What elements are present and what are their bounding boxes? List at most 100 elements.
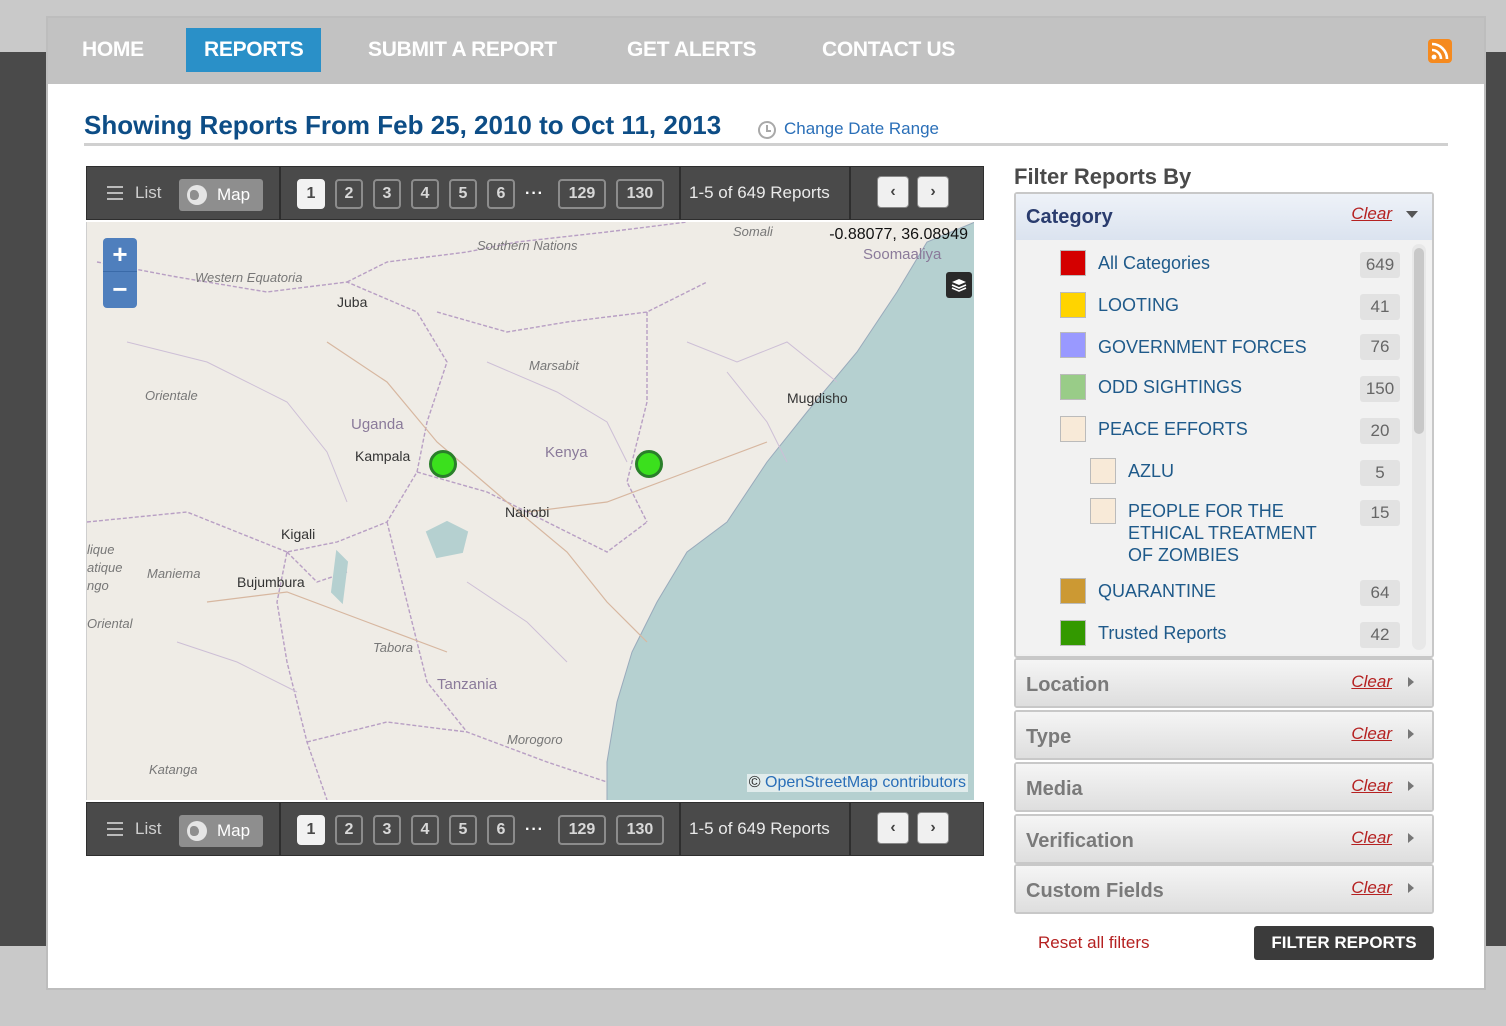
category-count: 76	[1360, 334, 1400, 360]
openstreetmap-link[interactable]: OpenStreetMap contributors	[765, 774, 966, 791]
category-item[interactable]: GOVERNMENT FORCES 76	[1016, 332, 1406, 362]
subcategory-item[interactable]: PEOPLE FOR THE ETHICAL TREATMENT OF ZOMB…	[1016, 496, 1406, 566]
report-toolbar-bottom: List Map 1 2 3 4 5 6 ··· 129 130 1-5 of …	[86, 802, 984, 856]
chevron-down-icon	[1406, 211, 1418, 218]
next-page-button[interactable]: ›	[917, 812, 949, 844]
change-date-range-link[interactable]: Change Date Range	[758, 118, 939, 139]
type-clear-link[interactable]: Clear	[1351, 724, 1392, 744]
zoom-out-button[interactable]: −	[103, 272, 137, 306]
toolbar-divider	[679, 167, 681, 219]
report-marker[interactable]	[429, 450, 457, 478]
map-view-toggle[interactable]: Map	[179, 179, 263, 211]
media-clear-link[interactable]: Clear	[1351, 776, 1392, 796]
map-coordinates: -0.88077, 36.08949	[829, 226, 968, 243]
chevron-right-icon	[1408, 833, 1414, 843]
category-color-swatch	[1090, 498, 1116, 524]
page-3-button[interactable]: 3	[373, 815, 401, 845]
list-view-toggle[interactable]: List	[107, 819, 161, 839]
page-129-button[interactable]: 129	[557, 815, 606, 845]
category-label[interactable]: GOVERNMENT FORCES	[1098, 336, 1307, 358]
page-1-button[interactable]: 1	[297, 815, 325, 845]
pagination: 1 2 3 4 5 6 ··· 129 130	[297, 815, 674, 845]
layers-icon[interactable]	[946, 272, 972, 298]
nav-contact-us[interactable]: CONTACT US	[804, 28, 973, 72]
category-color-swatch	[1090, 458, 1116, 484]
category-item[interactable]: QUARANTINE 64	[1016, 576, 1406, 606]
prev-page-button[interactable]: ‹	[877, 176, 909, 208]
map-label: Southern Nations	[477, 238, 578, 253]
page-6-button[interactable]: 6	[487, 815, 515, 845]
page-1-button[interactable]: 1	[297, 179, 325, 209]
media-panel-title: Media	[1026, 778, 1083, 800]
page-2-button[interactable]: 2	[335, 815, 363, 845]
location-clear-link[interactable]: Clear	[1351, 672, 1392, 692]
nav-home[interactable]: HOME	[64, 28, 162, 72]
zoom-in-button[interactable]: +	[103, 238, 137, 272]
nav-submit-report[interactable]: SUBMIT A REPORT	[350, 28, 575, 72]
map-label: lique	[87, 542, 115, 557]
page-6-button[interactable]: 6	[487, 179, 515, 209]
copyright-symbol: ©	[748, 774, 761, 791]
page-5-button[interactable]: 5	[449, 815, 477, 845]
rss-icon[interactable]	[1428, 39, 1452, 63]
verification-panel-header[interactable]: Verification Clear	[1016, 816, 1432, 862]
prev-page-button[interactable]: ‹	[877, 812, 909, 844]
media-panel-header[interactable]: Media Clear	[1016, 764, 1432, 810]
nav-reports[interactable]: REPORTS	[186, 28, 322, 72]
category-label[interactable]: ODD SIGHTINGS	[1098, 376, 1242, 398]
category-label[interactable]: Trusted Reports	[1098, 622, 1226, 644]
category-clear-link[interactable]: Clear	[1351, 204, 1392, 224]
map-label: Juba	[337, 294, 368, 310]
category-item[interactable]: ODD SIGHTINGS 150	[1016, 372, 1406, 402]
category-label[interactable]: All Categories	[1098, 252, 1210, 274]
type-panel-title: Type	[1026, 726, 1072, 748]
category-item[interactable]: Trusted Reports 42	[1016, 618, 1406, 648]
page-4-button[interactable]: 4	[411, 815, 439, 845]
page-4-button[interactable]: 4	[411, 179, 439, 209]
category-color-swatch	[1060, 250, 1086, 276]
clock-icon	[758, 121, 776, 139]
toolbar-divider	[279, 167, 281, 219]
verification-filter-panel: Verification Clear	[1014, 814, 1434, 864]
type-panel-header[interactable]: Type Clear	[1016, 712, 1432, 758]
pagination-ellipsis: ···	[525, 185, 544, 202]
page-5-button[interactable]: 5	[449, 179, 477, 209]
map-label: Morogoro	[507, 732, 563, 747]
next-page-button[interactable]: ›	[917, 176, 949, 208]
report-marker[interactable]	[635, 450, 663, 478]
page-2-button[interactable]: 2	[335, 179, 363, 209]
chevron-right-icon	[1408, 677, 1414, 687]
category-panel-header[interactable]: Category Clear	[1016, 194, 1432, 240]
report-map[interactable]: Somali Southern Nations Soomaaliya Weste…	[86, 222, 974, 800]
category-label[interactable]: AZLU	[1128, 460, 1174, 482]
page-130-button[interactable]: 130	[615, 179, 664, 209]
custom-fields-panel-header[interactable]: Custom Fields Clear	[1016, 866, 1432, 912]
reset-filters-link[interactable]: Reset all filters	[1038, 933, 1149, 953]
category-label[interactable]: PEACE EFFORTS	[1098, 418, 1248, 440]
map-view-label: Map	[217, 821, 251, 840]
toolbar-divider	[849, 167, 851, 219]
category-label[interactable]: QUARANTINE	[1098, 580, 1216, 602]
page-3-button[interactable]: 3	[373, 179, 401, 209]
page-130-button[interactable]: 130	[615, 815, 664, 845]
category-label[interactable]: LOOTING	[1098, 294, 1179, 316]
category-item[interactable]: PEACE EFFORTS 20	[1016, 414, 1406, 444]
list-view-toggle[interactable]: List	[107, 183, 161, 203]
page-129-button[interactable]: 129	[557, 179, 606, 209]
map-label: Kenya	[545, 444, 588, 461]
custom-fields-clear-link[interactable]: Clear	[1351, 878, 1392, 898]
chevron-right-icon	[1408, 729, 1414, 739]
filter-reports-button[interactable]: FILTER REPORTS	[1254, 926, 1434, 960]
category-item[interactable]: All Categories 649	[1016, 248, 1406, 278]
location-panel-header[interactable]: Location Clear	[1016, 660, 1432, 706]
category-scrollbar-thumb[interactable]	[1414, 248, 1424, 434]
map-label: Oriental	[87, 616, 133, 631]
custom-fields-filter-panel: Custom Fields Clear	[1014, 864, 1434, 914]
map-view-toggle[interactable]: Map	[179, 815, 263, 847]
verification-clear-link[interactable]: Clear	[1351, 828, 1392, 848]
report-heading: Showing Reports From Feb 25, 2010 to Oct…	[84, 110, 1448, 146]
nav-get-alerts[interactable]: GET ALERTS	[609, 28, 774, 72]
subcategory-item[interactable]: AZLU 5	[1016, 456, 1406, 486]
category-label[interactable]: PEOPLE FOR THE ETHICAL TREATMENT OF ZOMB…	[1128, 500, 1338, 566]
category-item[interactable]: LOOTING 41	[1016, 290, 1406, 320]
